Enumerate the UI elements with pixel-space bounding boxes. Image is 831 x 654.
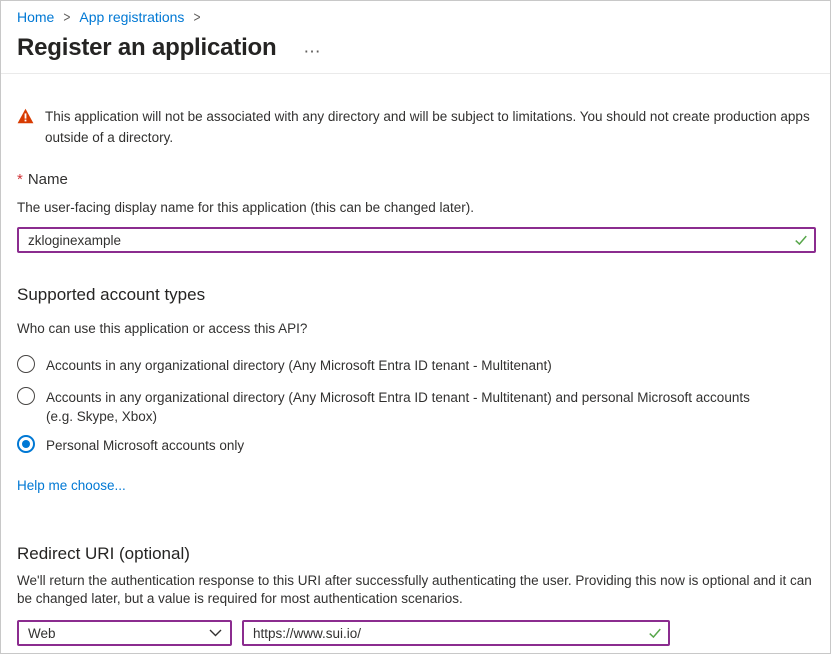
redirect-uri-input[interactable] xyxy=(242,620,670,646)
name-label-text: Name xyxy=(28,171,68,188)
breadcrumb-separator-icon: > xyxy=(63,9,70,26)
radio-unselected-icon[interactable] xyxy=(17,355,35,373)
breadcrumb-app-registrations-link[interactable]: App registrations xyxy=(79,9,184,25)
required-marker: * xyxy=(17,171,23,188)
warning-triangle-icon xyxy=(17,108,34,148)
redirect-uri-controls: Web xyxy=(17,620,814,646)
chevron-down-icon xyxy=(209,629,222,637)
name-input-wrap xyxy=(17,227,816,253)
name-input[interactable] xyxy=(17,227,816,253)
radio-option-label: Accounts in any organizational directory… xyxy=(46,387,779,426)
valid-check-icon xyxy=(648,626,662,645)
more-options-icon[interactable]: ⋯ xyxy=(303,42,321,62)
supported-account-types-title: Supported account types xyxy=(17,285,814,305)
breadcrumb-home-link[interactable]: Home xyxy=(17,9,54,25)
radio-dot xyxy=(22,440,30,448)
platform-select-value: Web xyxy=(28,626,56,641)
warning-text: This application will not be associated … xyxy=(45,106,810,148)
directory-warning-banner: This application will not be associated … xyxy=(17,106,810,148)
page-header: Register an application ⋯ xyxy=(17,34,814,62)
radio-unselected-icon[interactable] xyxy=(17,387,35,405)
redirect-uri-description: We'll return the authentication response… xyxy=(17,572,814,607)
valid-check-icon xyxy=(794,233,808,252)
breadcrumb-separator-icon: > xyxy=(193,9,200,26)
radio-option-label: Accounts in any organizational directory… xyxy=(46,355,552,375)
radio-option-org-and-personal[interactable]: Accounts in any organizational directory… xyxy=(17,387,779,426)
breadcrumb: Home > App registrations > xyxy=(17,9,814,25)
header-divider xyxy=(1,73,830,74)
radio-option-personal-only[interactable]: Personal Microsoft accounts only xyxy=(17,435,779,455)
radio-selected-icon[interactable] xyxy=(17,435,35,453)
name-field-label: * Name xyxy=(17,171,814,188)
platform-select[interactable]: Web xyxy=(17,620,232,646)
register-application-page: Home > App registrations > Register an a… xyxy=(1,1,830,646)
radio-option-org-directory[interactable]: Accounts in any organizational directory… xyxy=(17,355,779,375)
page-title: Register an application xyxy=(17,34,276,62)
help-me-choose-link[interactable]: Help me choose... xyxy=(17,478,126,493)
name-field-description: The user-facing display name for this ap… xyxy=(17,200,814,215)
redirect-uri-input-wrap xyxy=(242,620,670,646)
radio-option-label: Personal Microsoft accounts only xyxy=(46,435,244,455)
redirect-uri-title: Redirect URI (optional) xyxy=(17,544,814,564)
account-types-question: Who can use this application or access t… xyxy=(17,321,814,336)
